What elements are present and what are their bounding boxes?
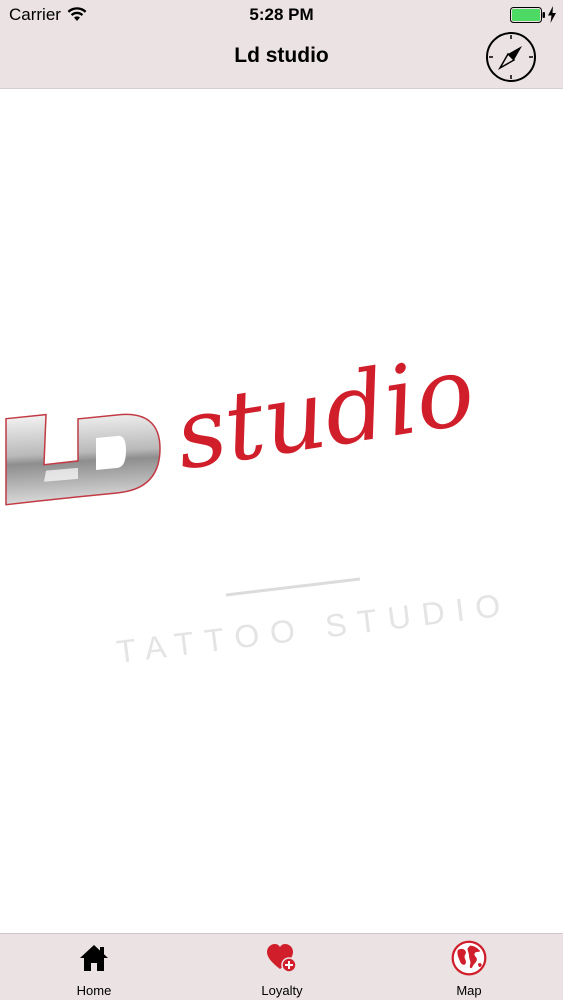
status-bar: Carrier 5:28 PM <box>0 0 563 30</box>
logo-wordmark: studio <box>168 357 481 492</box>
tab-loyalty-label: Loyalty <box>261 983 303 998</box>
home-icon <box>80 945 108 971</box>
navigation-bar: Ld studio <box>0 30 563 89</box>
studio-logo: studio TATTOO STUDIO <box>5 357 513 670</box>
compass-icon[interactable] <box>484 30 538 84</box>
tab-bar: Home Loyalty Map <box>0 933 563 1000</box>
logo-tagline: TATTOO STUDIO <box>114 586 513 670</box>
tab-loyalty[interactable]: Loyalty <box>188 934 376 1000</box>
globe-icon <box>451 940 487 976</box>
page-title: Ld studio <box>234 44 329 67</box>
status-time: 5:28 PM <box>249 5 314 24</box>
tab-map-label: Map <box>456 983 482 998</box>
heart-plus-icon <box>267 944 297 973</box>
logo-divider <box>225 577 361 597</box>
main-content: studio TATTOO STUDIO <box>0 89 563 933</box>
app-screen: Carrier 5:28 PM Ld studio studio TATTOO … <box>0 0 563 1000</box>
tab-home-label: Home <box>76 983 112 998</box>
battery-icon <box>510 7 545 23</box>
ld-monogram <box>5 413 161 506</box>
charging-icon <box>548 6 556 23</box>
tab-map[interactable]: Map <box>375 934 563 1000</box>
tab-home[interactable]: Home <box>0 934 188 1000</box>
